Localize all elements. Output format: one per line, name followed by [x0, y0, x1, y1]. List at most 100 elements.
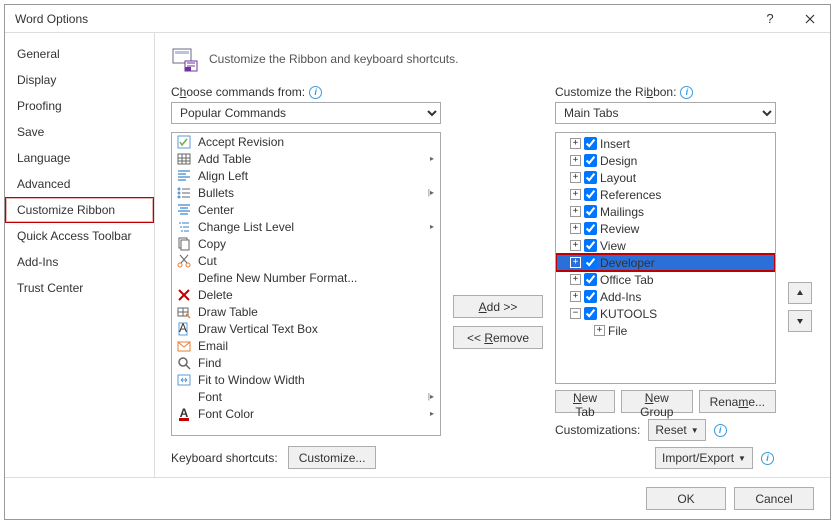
table-icon [176, 151, 192, 167]
ok-button[interactable]: OK [646, 487, 726, 510]
expand-icon[interactable]: + [570, 189, 581, 200]
tree-checkbox[interactable] [584, 307, 597, 320]
tree-node[interactable]: +Design [556, 152, 775, 169]
command-item[interactable]: Copy [172, 235, 440, 252]
nav-item-save[interactable]: Save [5, 119, 154, 145]
expand-icon[interactable]: + [570, 206, 581, 217]
help-button[interactable]: ? [750, 5, 790, 33]
expand-icon[interactable]: + [570, 240, 581, 251]
email-icon [176, 338, 192, 354]
tree-checkbox[interactable] [584, 290, 597, 303]
tree-node[interactable]: +Layout [556, 169, 775, 186]
expand-icon[interactable]: + [570, 172, 581, 183]
tree-node[interactable]: + Mailings [556, 203, 775, 220]
tree-node[interactable]: −KUTOOLS [556, 305, 775, 322]
tree-checkbox[interactable] [584, 222, 597, 235]
nav-item-general[interactable]: General [5, 41, 154, 67]
command-item[interactable]: Center [172, 201, 440, 218]
rename-button[interactable]: Rename... [699, 390, 776, 413]
delete-icon [176, 287, 192, 303]
command-item[interactable]: Align Left [172, 167, 440, 184]
nav-item-customize-ribbon[interactable]: Customize Ribbon [5, 197, 154, 223]
nav-item-add-ins[interactable]: Add-Ins [5, 249, 154, 275]
fit-icon [176, 372, 192, 388]
tree-checkbox[interactable] [584, 154, 597, 167]
nav-item-quick-access-toolbar[interactable]: Quick Access Toolbar [5, 223, 154, 249]
commands-listbox[interactable]: Accept RevisionAdd Table▸Align LeftBulle… [171, 132, 441, 436]
expand-icon[interactable]: + [570, 291, 581, 302]
command-item[interactable]: Bullets|▸ [172, 184, 440, 201]
customizations-label: Customizations: [555, 423, 640, 437]
command-label: Bullets [198, 186, 234, 200]
nav-item-proofing[interactable]: Proofing [5, 93, 154, 119]
tree-node[interactable]: +Add-Ins [556, 288, 775, 305]
tree-checkbox[interactable] [584, 171, 597, 184]
tree-label: Review [600, 222, 639, 236]
nav-item-display[interactable]: Display [5, 67, 154, 93]
info-icon[interactable]: i [309, 86, 322, 99]
expand-icon[interactable]: + [594, 325, 605, 336]
content-pane: Customize the Ribbon and keyboard shortc… [155, 33, 830, 477]
expand-icon[interactable]: + [570, 274, 581, 285]
tree-label: Mailings [600, 205, 644, 219]
expand-icon[interactable]: − [570, 308, 581, 319]
close-button[interactable] [790, 5, 830, 33]
import-export-row: Import/Export ▼ i [555, 447, 776, 469]
new-tab-button[interactable]: New Tab [555, 390, 615, 413]
info-icon[interactable]: i [714, 424, 727, 437]
tree-checkbox[interactable] [584, 256, 597, 269]
command-label: Center [198, 203, 234, 217]
titlebar: Word Options ? [5, 5, 830, 33]
command-item[interactable]: Find [172, 354, 440, 371]
expand-icon[interactable]: + [570, 223, 581, 234]
tree-checkbox[interactable] [584, 273, 597, 286]
expand-icon[interactable]: + [570, 257, 581, 268]
tree-checkbox[interactable] [584, 188, 597, 201]
nav-item-advanced[interactable]: Advanced [5, 171, 154, 197]
tree-label: Office Tab [600, 273, 654, 287]
expand-icon[interactable]: + [570, 138, 581, 149]
info-icon[interactable]: i [680, 86, 693, 99]
tree-checkbox[interactable] [584, 137, 597, 150]
command-item[interactable]: Delete [172, 286, 440, 303]
command-label: Fit to Window Width [198, 373, 305, 387]
ribbon-combo[interactable]: Main Tabs [555, 102, 776, 124]
command-item[interactable]: AFont Color▸ [172, 405, 440, 422]
remove-button[interactable]: << Remove [453, 326, 543, 349]
reset-dropdown[interactable]: Reset ▼ [648, 419, 705, 441]
tree-node[interactable]: +File [556, 322, 775, 339]
import-export-dropdown[interactable]: Import/Export ▼ [655, 447, 753, 469]
tree-node[interactable]: +Developer [556, 254, 775, 271]
cancel-button[interactable]: Cancel [734, 487, 814, 510]
tree-node[interactable]: + Review [556, 220, 775, 237]
tab-buttons-row: New Tab New Group Rename... [555, 390, 776, 413]
command-item[interactable]: Email [172, 337, 440, 354]
move-up-button[interactable] [788, 282, 812, 304]
customize-button[interactable]: Customize... [288, 446, 377, 469]
add-button[interactable]: Add >> [453, 295, 543, 318]
command-item[interactable]: Fit to Window Width [172, 371, 440, 388]
info-icon[interactable]: i [761, 452, 774, 465]
ribbon-tree[interactable]: +Insert+Design+Layout+References+Mailing… [555, 132, 776, 384]
new-group-button[interactable]: New Group [621, 390, 693, 413]
command-item[interactable]: Define New Number Format... [172, 269, 440, 286]
command-item[interactable]: ADraw Vertical Text Box [172, 320, 440, 337]
command-item[interactable]: Add Table▸ [172, 150, 440, 167]
command-item[interactable]: Font|▸ [172, 388, 440, 405]
command-item[interactable]: Change List Level▸ [172, 218, 440, 235]
tree-node[interactable]: +View [556, 237, 775, 254]
command-item[interactable]: Draw Table [172, 303, 440, 320]
command-item[interactable]: Accept Revision [172, 133, 440, 150]
tree-checkbox[interactable] [584, 239, 597, 252]
tree-checkbox[interactable] [584, 205, 597, 218]
columns: Choose commands from:i Popular Commands … [171, 85, 814, 469]
command-item[interactable]: Cut [172, 252, 440, 269]
nav-item-trust-center[interactable]: Trust Center [5, 275, 154, 301]
tree-node[interactable]: +Insert [556, 135, 775, 152]
nav-item-language[interactable]: Language [5, 145, 154, 171]
tree-node[interactable]: +References [556, 186, 775, 203]
commands-from-combo[interactable]: Popular Commands [171, 102, 441, 124]
tree-node[interactable]: + Office Tab [556, 271, 775, 288]
move-down-button[interactable] [788, 310, 812, 332]
expand-icon[interactable]: + [570, 155, 581, 166]
